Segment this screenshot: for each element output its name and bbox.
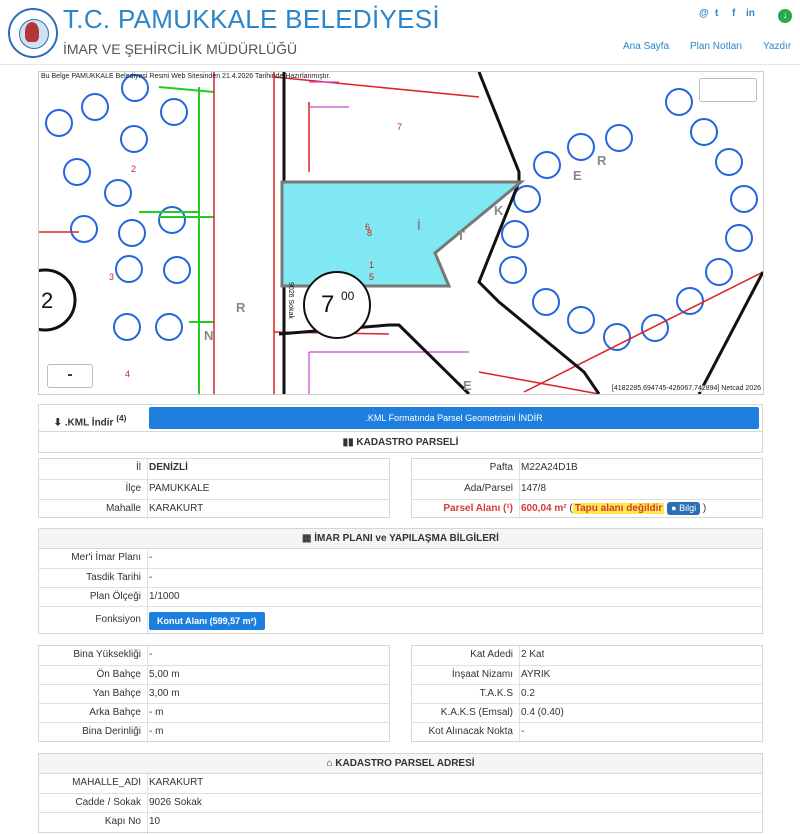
yapi-right-panel: Kat Adedi 2 Kat İnşaat Nizamı AYRIK T.A.… xyxy=(411,645,763,743)
home-icon: ⌂ xyxy=(326,758,333,769)
site-header: T.C. PAMUKKALE BELEDİYESİ İMAR VE ŞEHİRC… xyxy=(0,0,800,65)
table-row: İnşaat Nizamı AYRIK xyxy=(412,665,762,684)
table-row: Pafta M22A24D1B xyxy=(489,462,578,473)
table-row: Arka Bahçe - m xyxy=(39,703,389,722)
adres-panel: ⌂ KADASTRO PARSEL ADRESİ MAHALLE_ADI KAR… xyxy=(38,753,763,834)
zoom-out-button[interactable]: - xyxy=(47,364,93,388)
table-row: MAHALLE_ADI KARAKURT xyxy=(72,777,204,788)
download-icon[interactable]: ↓ xyxy=(778,9,792,23)
svg-text:R: R xyxy=(597,153,607,168)
green-lines xyxy=(139,86,215,394)
street-label: 9026 Sokak xyxy=(287,282,294,319)
table-row: Yan Bahçe 3,00 m xyxy=(39,684,389,703)
kadastro-icon: ▮▮ xyxy=(342,437,354,448)
svg-text:8: 8 xyxy=(367,228,372,238)
svg-text:E: E xyxy=(573,168,582,183)
table-row: T.A.K.S 0.2 xyxy=(412,684,762,703)
table-row: Cadde / Sokak 9026 Sokak xyxy=(39,793,762,812)
map-disclaimer: Bu Belge PAMUKKALE Belediyesi Resmi Web … xyxy=(41,73,331,80)
nav-yazdir[interactable]: Yazdır xyxy=(763,41,791,52)
map-coordinates: [4182285.694745-426067.742894] Netcad 20… xyxy=(611,385,761,392)
konut-alani-button[interactable]: Konut Alanı (599,57 m²) xyxy=(149,612,265,630)
kadastro-right-panel: Pafta M22A24D1B Ada/Parsel 147/8 Parsel … xyxy=(411,458,763,519)
site-title[interactable]: T.C. PAMUKKALE BELEDİYESİ xyxy=(63,4,440,35)
site-subtitle: İMAR VE ŞEHİRCİLİK MÜDÜRLÜĞÜ xyxy=(63,41,298,57)
bilgi-button[interactable]: ● Bilgi xyxy=(667,502,701,515)
info-icon: ● xyxy=(671,503,677,513)
yapi-left-panel: Bina Yüksekliği - Ön Bahçe 5,00 m Yan Ba… xyxy=(38,645,390,743)
svg-text:İ: İ xyxy=(417,218,421,233)
parsel-area-label: Parsel Alanı (¹) xyxy=(443,503,513,514)
table-row: Mer'i İmar Planı - xyxy=(71,552,153,563)
table-icon: ▦ xyxy=(302,533,312,544)
table-row: Parsel Alanı (¹) 600,04 m² (Tapu alanı d… xyxy=(412,499,762,518)
svg-text:R: R xyxy=(236,300,246,315)
kadastro-left-panel: İl DENİZLİ İlçe PAMUKKALE Mahalle KARAKU… xyxy=(38,458,390,519)
kadastro-heading: ▮▮ KADASTRO PARSELİ xyxy=(39,431,762,454)
svg-text:1: 1 xyxy=(369,260,374,270)
email-icon[interactable]: @ xyxy=(699,8,709,19)
parcel-map[interactable]: 7 00 9026 Sokak R E K T İ R N E 2 3 4 6 … xyxy=(38,71,764,395)
svg-text:3: 3 xyxy=(109,272,114,282)
table-row: Kot Alınacak Nokta - xyxy=(412,722,762,741)
table-row: Ada/Parsel 147/8 xyxy=(412,479,762,498)
kml-panel: ⬇ .KML İndir (4) .KML Formatında Parsel … xyxy=(38,404,763,453)
imar-heading: ▦ İMAR PLANI ve YAPILAŞMA BİLGİLERİ xyxy=(39,529,762,549)
svg-text:2: 2 xyxy=(41,288,53,313)
table-row: Bina Yüksekliği - xyxy=(73,649,153,660)
svg-text:T: T xyxy=(457,228,465,243)
table-row: İlçe PAMUKKALE xyxy=(39,479,389,498)
kml-download-label[interactable]: ⬇ .KML İndir (4) xyxy=(39,409,141,427)
kml-download-button[interactable]: .KML Formatında Parsel Geometrisini İNDİ… xyxy=(149,407,759,429)
table-row: İl DENİZLİ xyxy=(136,462,188,473)
table-row: Mahalle KARAKURT xyxy=(39,499,389,518)
parsel-area-value: 600,04 m² (Tapu alanı değildir ● Bilgi ) xyxy=(521,502,707,515)
table-row: K.A.K.S (Emsal) 0.4 (0.40) xyxy=(412,703,762,722)
table-row: Kat Adedi 2 Kat xyxy=(470,649,545,660)
svg-text:E: E xyxy=(463,378,472,393)
svg-text:7: 7 xyxy=(397,122,402,132)
download-icon: ⬇ xyxy=(53,417,62,427)
map-canvas[interactable]: 7 00 9026 Sokak R E K T İ R N E 2 3 4 6 … xyxy=(39,72,763,394)
parcel-number: 7 xyxy=(321,291,334,318)
tapu-warning: Tapu alanı değildir xyxy=(572,503,665,514)
table-row: Bina Derinliği - m xyxy=(39,722,389,741)
svg-text:K: K xyxy=(494,203,504,218)
svg-text:2: 2 xyxy=(131,164,136,174)
svg-text:4: 4 xyxy=(125,369,130,379)
twitter-icon[interactable]: t xyxy=(715,8,718,19)
table-row: Ön Bahçe 5,00 m xyxy=(39,665,389,684)
imar-panel: ▦ İMAR PLANI ve YAPILAŞMA BİLGİLERİ Mer'… xyxy=(38,528,763,635)
svg-text:5: 5 xyxy=(369,272,374,282)
table-row: Tasdik Tarihi - xyxy=(39,568,762,587)
nav-ana-sayfa[interactable]: Ana Sayfa xyxy=(623,41,669,52)
facebook-icon[interactable]: f xyxy=(732,8,735,19)
adres-heading: ⌂ KADASTRO PARSEL ADRESİ xyxy=(39,754,762,774)
nav-plan-notlari[interactable]: Plan Notları xyxy=(690,41,742,52)
municipality-logo[interactable] xyxy=(8,8,58,58)
parcel-number-sup: 00 xyxy=(341,289,355,303)
parcel-number-circle xyxy=(303,271,371,339)
svg-text:N: N xyxy=(204,328,213,343)
table-row: Plan Ölçeği 1/1000 xyxy=(39,587,762,606)
logo-rooster-icon xyxy=(25,22,39,42)
table-row: Fonksiyon Konut Alanı (599,57 m²) xyxy=(39,606,762,634)
table-row: Kapı No 10 xyxy=(39,812,762,831)
layer-toggle-button[interactable] xyxy=(699,78,757,102)
linkedin-icon[interactable]: in xyxy=(746,8,755,19)
